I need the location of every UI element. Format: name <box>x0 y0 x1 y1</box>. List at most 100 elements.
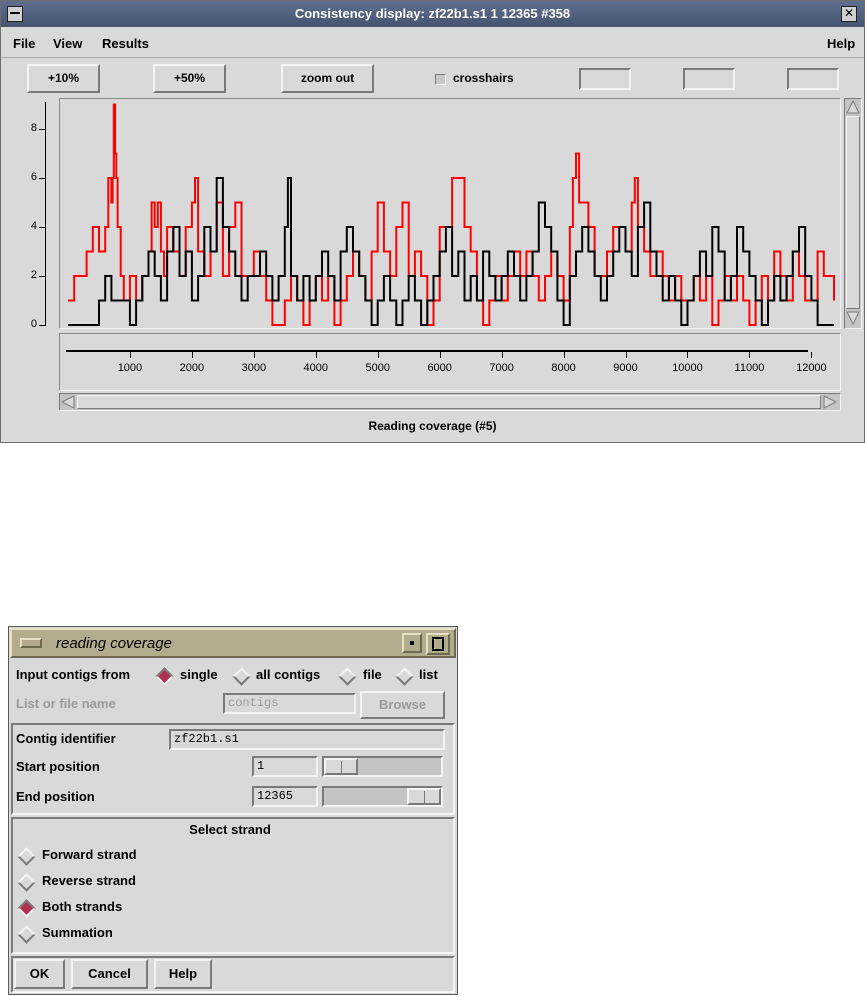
list-file-name-label: List or file name <box>16 696 116 711</box>
start-position-slider[interactable] <box>322 756 443 777</box>
x-tick-label: 1000 <box>117 362 143 374</box>
readout-field-3 <box>787 68 839 90</box>
x-tick-mark <box>191 352 193 358</box>
list-file-name-input[interactable]: contigs <box>223 693 356 714</box>
scroll-left-icon[interactable] <box>60 395 75 409</box>
menu-separator <box>1 57 864 58</box>
radio-file-label: file <box>363 667 382 682</box>
radio-single-label: single <box>180 667 218 682</box>
select-strand-header: Select strand <box>189 822 271 837</box>
plot-area[interactable] <box>59 98 841 329</box>
y-tick-label: 0 <box>30 318 37 330</box>
zoom-10-button[interactable]: +10% <box>27 64 100 93</box>
position-ruler: 1000 2000 3000 4000 5000 6000 7000 8000 9000 1000… <box>59 333 841 391</box>
zoom-50-button[interactable]: +50% <box>153 64 226 93</box>
x-tick-mark <box>315 352 317 358</box>
scroll-up-icon[interactable] <box>846 99 860 114</box>
x-tick-label: 6000 <box>427 362 452 374</box>
x-tick-label: 12000 <box>796 362 827 374</box>
vertical-scrollbar[interactable] <box>844 98 862 329</box>
close-icon[interactable]: ✕ <box>841 6 857 22</box>
y-tick-label: 8 <box>30 122 37 134</box>
horizontal-scroll-thumb[interactable] <box>77 395 821 409</box>
plot-caption: Reading coverage (#5) <box>368 419 497 433</box>
x-tick-mark <box>749 352 751 358</box>
horizontal-scrollbar[interactable] <box>59 393 841 411</box>
x-tick-label: 8000 <box>551 362 576 374</box>
zoom-out-button[interactable]: zoom out <box>281 64 374 93</box>
x-tick-label: 5000 <box>365 362 390 374</box>
x-tick-mark <box>811 352 813 358</box>
input-contigs-label: Input contigs from <box>16 667 131 682</box>
x-tick-label: 2000 <box>179 362 205 374</box>
end-position-slider-knob[interactable] <box>407 788 441 805</box>
scroll-down-icon[interactable] <box>846 311 860 326</box>
browse-button[interactable]: Browse <box>360 691 445 719</box>
contig-identifier-label: Contig identifier <box>16 731 116 746</box>
cancel-button[interactable]: Cancel <box>71 959 148 989</box>
ok-button[interactable]: OK <box>14 959 65 989</box>
y-axis-line <box>45 102 46 325</box>
y-tick-label: 4 <box>30 220 37 232</box>
x-tick-mark <box>625 352 627 358</box>
consistency-display-window: Consistency display: zf22b1.s1 1 12365 #… <box>0 0 865 443</box>
both-strands-label: Both strands <box>42 899 123 914</box>
readout-field-2 <box>683 68 735 90</box>
x-tick-mark <box>129 352 131 358</box>
window-title: Consistency display: zf22b1.s1 1 12365 #… <box>294 6 571 21</box>
x-tick-label: 9000 <box>613 362 638 374</box>
start-position-input[interactable]: 1 <box>252 756 318 777</box>
title-bar[interactable]: Consistency display: zf22b1.s1 1 12365 #… <box>1 1 864 27</box>
reading-coverage-dialog: reading coverage Input contigs from sing… <box>8 626 458 995</box>
menu-file[interactable]: File <box>13 36 35 51</box>
y-tick-mark <box>39 178 46 179</box>
x-tick-label: 10000 <box>672 362 703 374</box>
contig-identifier-input[interactable]: zf22b1.s1 <box>169 729 445 750</box>
menu-results[interactable]: Results <box>102 36 149 51</box>
x-tick-label: 7000 <box>489 362 514 374</box>
radio-all-contigs[interactable] <box>232 667 251 686</box>
dialog-title: reading coverage <box>56 635 172 652</box>
menu-view[interactable]: View <box>53 36 82 51</box>
scroll-right-icon[interactable] <box>823 395 838 409</box>
end-position-slider[interactable] <box>322 786 443 807</box>
forward-strand-label: Forward strand <box>42 847 137 862</box>
summation-label: Summation <box>42 925 113 940</box>
x-tick-mark <box>501 352 503 358</box>
x-tick-mark <box>687 352 689 358</box>
y-tick-mark <box>39 325 46 326</box>
crosshairs-label: crosshairs <box>453 71 514 85</box>
y-tick-label: 2 <box>30 269 37 281</box>
x-tick-mark <box>563 352 565 358</box>
menu-help[interactable]: Help <box>827 36 855 51</box>
y-tick-mark <box>39 227 46 228</box>
radio-list-label: list <box>419 667 438 682</box>
reverse-strand-label: Reverse strand <box>42 873 136 888</box>
y-tick-mark <box>39 276 46 277</box>
start-position-slider-knob[interactable] <box>324 758 358 775</box>
readout-field-1 <box>579 68 631 90</box>
x-tick-label: 3000 <box>241 362 267 374</box>
x-tick-label: 4000 <box>303 362 329 374</box>
y-tick-label: 6 <box>30 171 37 183</box>
window-menu-icon[interactable] <box>20 638 42 648</box>
end-position-input[interactable]: 12365 <box>252 786 318 807</box>
start-position-label: Start position <box>16 759 100 774</box>
radio-all-contigs-label: all contigs <box>256 667 321 682</box>
radio-list[interactable] <box>395 667 414 686</box>
radio-file[interactable] <box>338 667 357 686</box>
end-position-label: End position <box>16 789 95 804</box>
vertical-scroll-thumb[interactable] <box>846 116 860 309</box>
crosshairs-checkbox[interactable] <box>435 74 446 85</box>
x-tick-mark <box>439 352 441 358</box>
minimize-icon[interactable] <box>402 633 422 653</box>
coverage-series-red <box>68 103 835 326</box>
maximize-icon[interactable] <box>426 633 450 655</box>
help-button[interactable]: Help <box>154 959 212 989</box>
ruler-line <box>66 350 808 352</box>
x-tick-mark <box>377 352 379 358</box>
radio-single[interactable] <box>155 667 174 686</box>
coverage-plot <box>68 103 835 326</box>
x-tick-label: 11000 <box>734 362 765 374</box>
dialog-title-bar[interactable]: reading coverage <box>10 628 456 658</box>
